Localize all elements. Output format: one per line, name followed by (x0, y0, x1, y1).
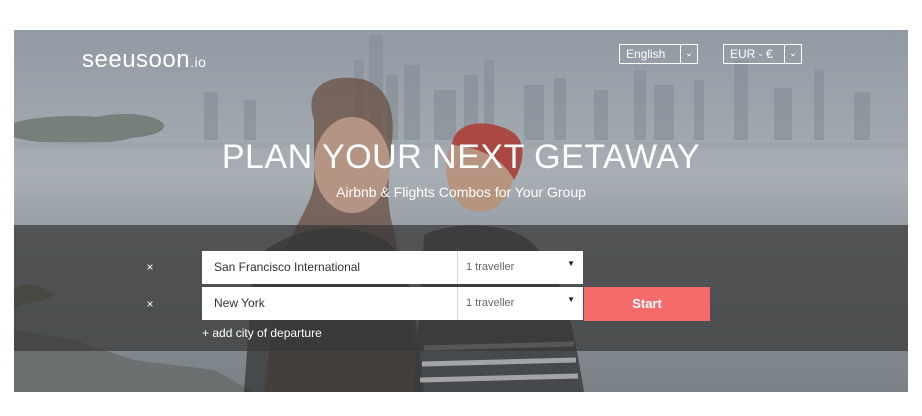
brand-logo[interactable]: seeusoon.io (82, 46, 206, 74)
language-select[interactable]: English ⌄ (619, 44, 698, 64)
add-city-link[interactable]: + add city of departure (202, 326, 322, 340)
traveller-select[interactable]: 1 traveller ▼ (457, 251, 583, 284)
page-subtitle: Airbnb & Flights Combos for Your Group (336, 184, 586, 200)
hero-section: seeusoon.io English ⌄ EUR - € ⌄ PLAN YOU… (14, 30, 908, 392)
page-title: PLAN YOUR NEXT GETAWAY (221, 138, 701, 176)
departure-city-input[interactable]: San Francisco International (202, 251, 457, 284)
caret-down-icon: ▼ (567, 295, 575, 304)
brand-name: seeusoon (82, 46, 191, 73)
currency-select[interactable]: EUR - € ⌄ (723, 44, 802, 64)
chevron-down-icon: ⌄ (680, 45, 697, 63)
language-select-value: English (626, 47, 666, 61)
remove-row-button[interactable]: × (144, 297, 156, 311)
caret-down-icon: ▼ (567, 259, 575, 268)
departure-city-input[interactable]: New York (202, 287, 457, 320)
currency-select-value: EUR - € (730, 47, 773, 61)
chevron-down-icon: ⌄ (784, 45, 801, 63)
traveller-select-value: 1 traveller (466, 297, 515, 309)
traveller-select[interactable]: 1 traveller ▼ (457, 287, 583, 320)
traveller-select-value: 1 traveller (466, 261, 515, 273)
remove-row-button[interactable]: × (144, 260, 156, 274)
start-button[interactable]: Start (584, 287, 710, 321)
brand-tld: .io (190, 54, 207, 70)
